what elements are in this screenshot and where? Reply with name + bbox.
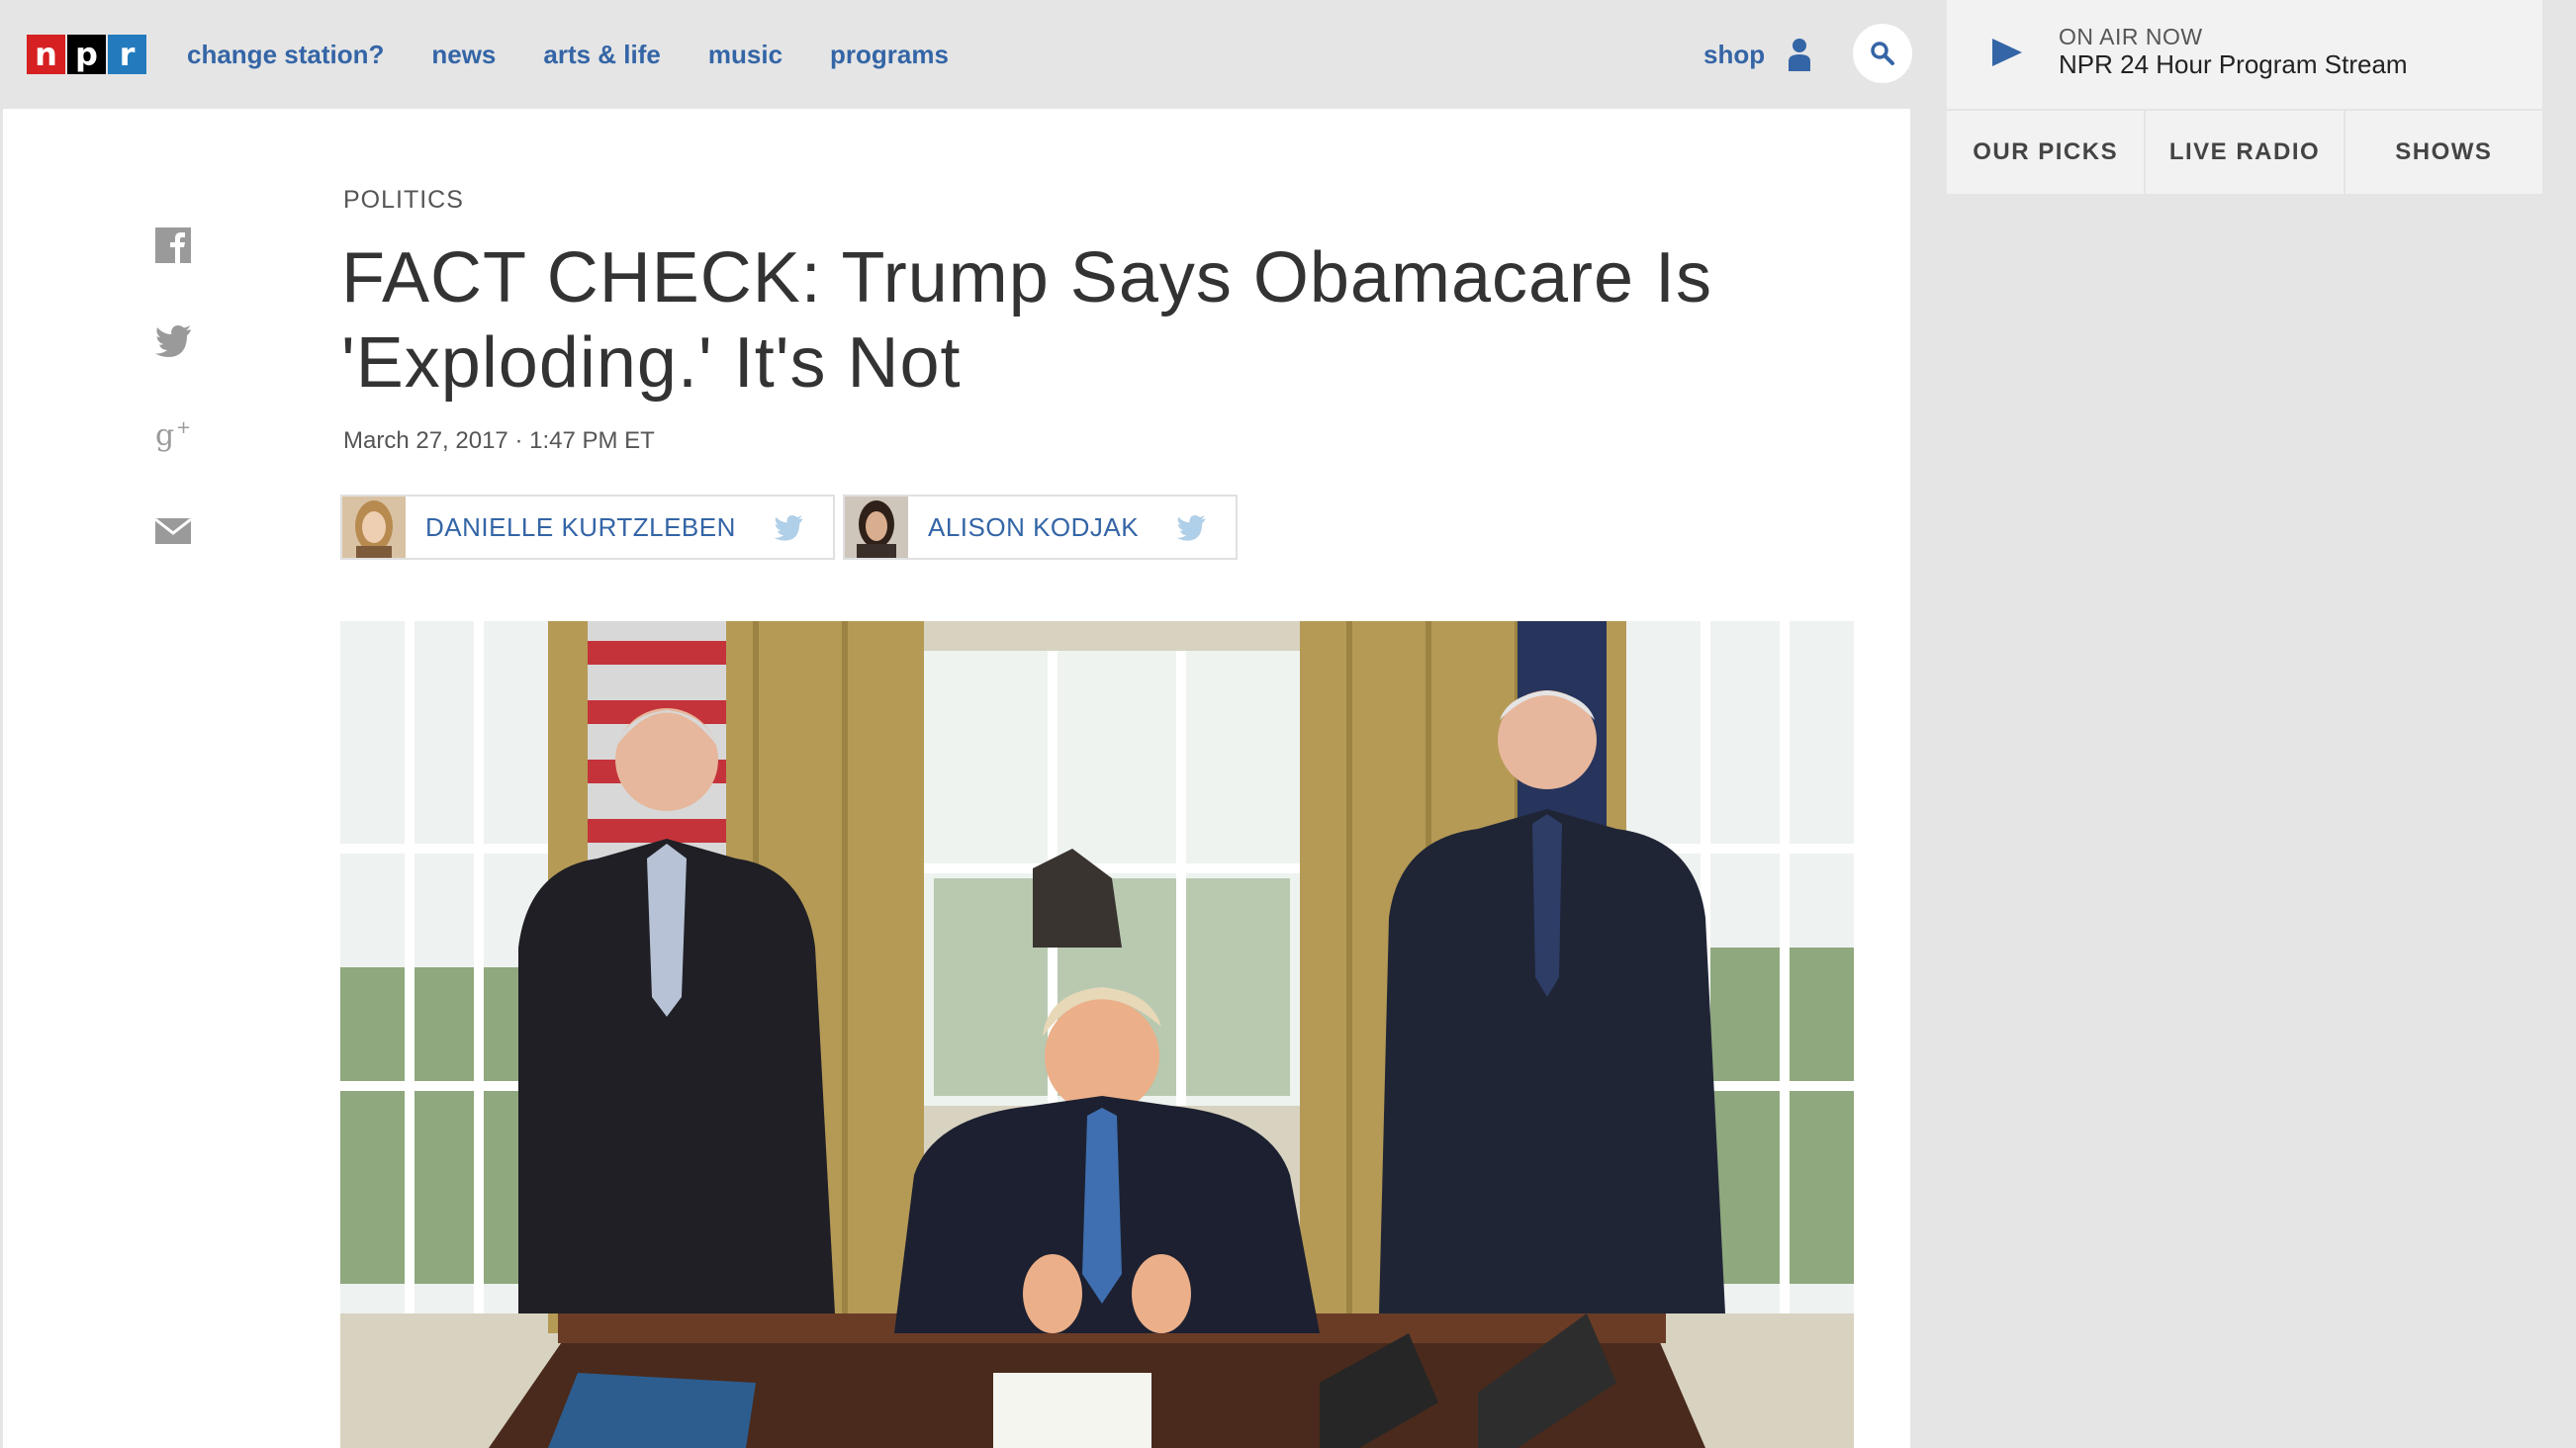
facebook-icon[interactable]	[153, 226, 193, 265]
byline-card[interactable]: DANIELLE KURTZLEBEN	[340, 495, 835, 560]
search-button[interactable]	[1853, 24, 1912, 83]
twitter-icon[interactable]	[1172, 511, 1210, 543]
on-air-player[interactable]: ON AIR NOW NPR 24 Hour Program Stream	[1947, 0, 2542, 109]
nav-programs[interactable]: programs	[830, 36, 949, 73]
rail-tabs: OUR PICKS LIVE RADIO SHOWS	[1947, 109, 2542, 194]
nav-arts-life[interactable]: arts & life	[543, 36, 661, 73]
on-air-stream-name[interactable]: NPR 24 Hour Program Stream	[2059, 49, 2408, 80]
logo-letter-n: n	[27, 35, 65, 74]
author-avatar[interactable]	[845, 497, 908, 558]
tab-our-picks[interactable]: OUR PICKS	[1947, 111, 2147, 194]
byline-card[interactable]: ALISON KODJAK	[843, 495, 1239, 560]
logo-letter-r: r	[108, 35, 146, 74]
headline: FACT CHECK: Trump Says Obamacare Is 'Exp…	[341, 238, 1713, 403]
user-icon[interactable]	[1787, 38, 1812, 71]
author-avatar[interactable]	[342, 497, 406, 558]
nav-music[interactable]: music	[708, 36, 782, 73]
logo-letter-p: p	[67, 35, 106, 74]
play-icon[interactable]	[1990, 36, 2024, 69]
nav-shop[interactable]: shop	[1703, 36, 1765, 73]
svg-text:+: +	[176, 417, 191, 438]
twitter-icon[interactable]	[153, 320, 193, 360]
twitter-icon[interactable]	[770, 511, 807, 543]
nav-news[interactable]: news	[431, 36, 496, 73]
google-plus-icon[interactable]: g +	[153, 415, 193, 455]
section-label[interactable]: POLITICS	[343, 186, 464, 215]
email-icon[interactable]	[153, 510, 193, 550]
tab-shows[interactable]: SHOWS	[2346, 111, 2542, 194]
nav-change-station[interactable]: change station?	[187, 36, 384, 73]
author-name[interactable]: ALISON KODJAK	[928, 512, 1139, 543]
on-air-label: ON AIR NOW	[2059, 24, 2203, 49]
svg-text:g: g	[155, 418, 174, 453]
article: g + POLITICS FACT CHECK: Trump Says Obam…	[3, 109, 1910, 1448]
top-nav: n p r change station? news arts & life m…	[0, 0, 1912, 109]
tab-live-radio[interactable]: LIVE RADIO	[2146, 111, 2346, 194]
search-icon	[1871, 42, 1894, 65]
npr-logo[interactable]: n p r	[27, 35, 146, 74]
article-lead-photo[interactable]	[340, 621, 1854, 1448]
dateline: March 27, 2017 · 1:47 PM ET	[343, 427, 655, 454]
main-nav-links: change station? news arts & life music p…	[187, 36, 949, 73]
author-name[interactable]: DANIELLE KURTZLEBEN	[425, 512, 736, 543]
